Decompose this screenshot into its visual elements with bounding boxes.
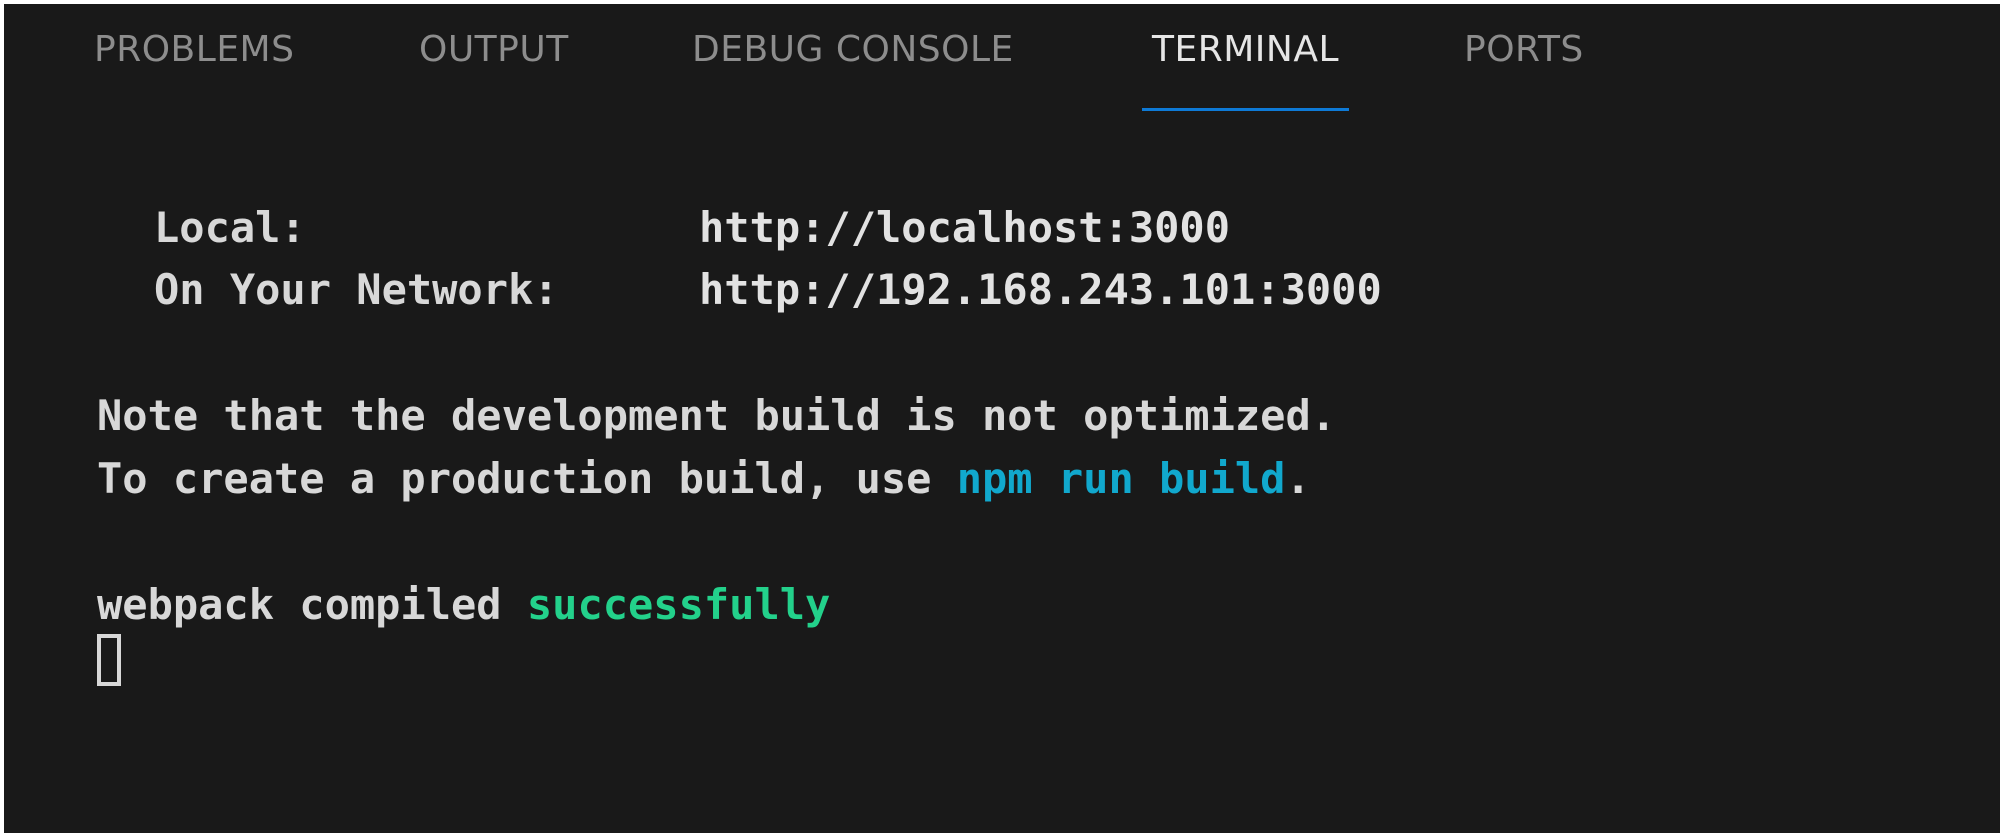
- note-line: Note that the development build is not o…: [97, 391, 1337, 440]
- create-build-line: To create a production build, use npm ru…: [97, 451, 1311, 507]
- webpack-status-line: webpack compiled successfully: [97, 577, 830, 633]
- tab-terminal[interactable]: TERMINAL: [1142, 26, 1350, 111]
- network-label: On Your Network:: [154, 265, 559, 314]
- npm-build-command: npm run build: [956, 454, 1286, 503]
- panel-tab-bar: PROBLEMS OUTPUT DEBUG CONSOLE TERMINAL P…: [4, 4, 2000, 111]
- tab-problems[interactable]: PROBLEMS: [94, 26, 294, 74]
- tab-ports[interactable]: PORTS: [1464, 26, 1584, 74]
- network-url[interactable]: http://192.168.243.101:3000: [699, 262, 1382, 318]
- create-build-suffix: .: [1285, 454, 1311, 503]
- local-url[interactable]: http://localhost:3000: [699, 200, 1230, 256]
- terminal-cursor: [97, 634, 121, 686]
- local-label: Local:: [154, 203, 306, 252]
- terminal-output[interactable]: Local: http://localhost:3000 On Your Net…: [4, 96, 2000, 833]
- tab-debug-console[interactable]: DEBUG CONSOLE: [692, 26, 1014, 74]
- tab-terminal-label: TERMINAL: [1152, 29, 1340, 70]
- webpack-success-status: successfully: [526, 580, 831, 629]
- webpack-prefix: webpack compiled: [97, 580, 527, 629]
- create-build-prefix: To create a production build, use: [97, 454, 957, 503]
- tab-output[interactable]: OUTPUT: [419, 26, 569, 74]
- terminal-panel: PROBLEMS OUTPUT DEBUG CONSOLE TERMINAL P…: [4, 4, 2000, 833]
